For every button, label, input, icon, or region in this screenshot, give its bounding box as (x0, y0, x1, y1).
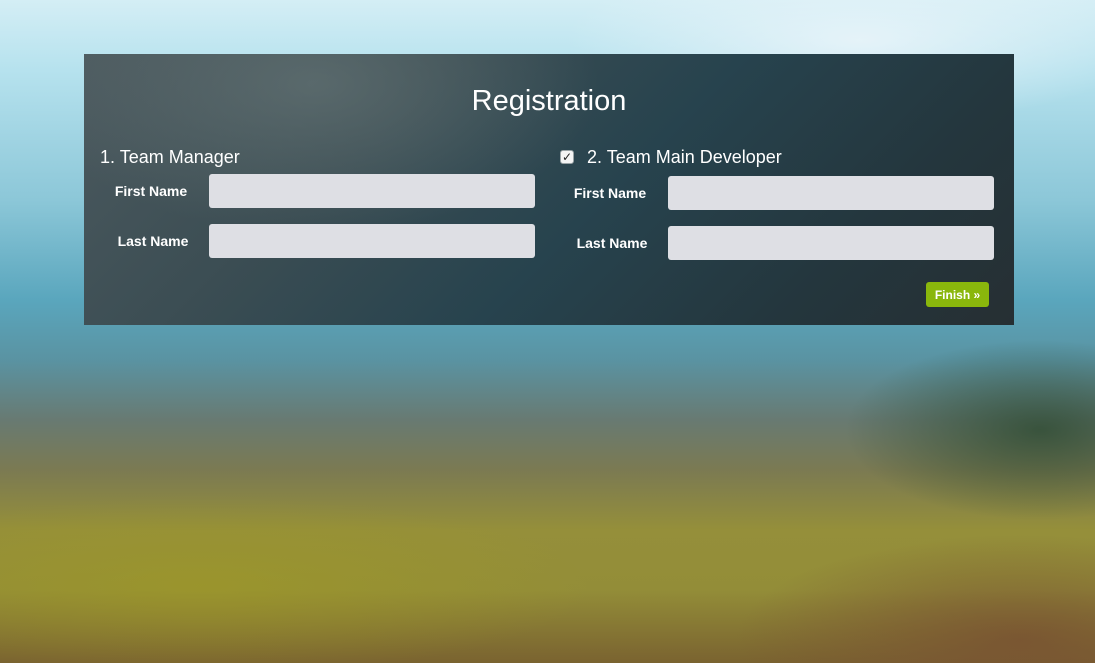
last-name-label: Last Name (576, 235, 648, 251)
finish-button[interactable]: Finish » (926, 282, 989, 307)
developer-checkbox[interactable]: ✓ (560, 150, 574, 164)
registration-panel: Registration 1. Team Manager First Name … (84, 54, 1014, 325)
developer-first-name-field[interactable] (668, 176, 994, 210)
manager-last-name-field[interactable] (209, 224, 535, 258)
checkmark-icon: ✓ (561, 150, 573, 164)
section-heading-team-manager: 1. Team Manager (100, 147, 240, 167)
first-name-label: First Name (573, 185, 647, 201)
developer-last-name-field[interactable] (668, 226, 994, 260)
section-heading-team-main-developer: 2. Team Main Developer (587, 147, 782, 167)
manager-first-name-field[interactable] (209, 174, 535, 208)
first-name-label: First Name (114, 183, 188, 199)
page-title: Registration (471, 85, 627, 117)
last-name-label: Last Name (117, 233, 189, 249)
